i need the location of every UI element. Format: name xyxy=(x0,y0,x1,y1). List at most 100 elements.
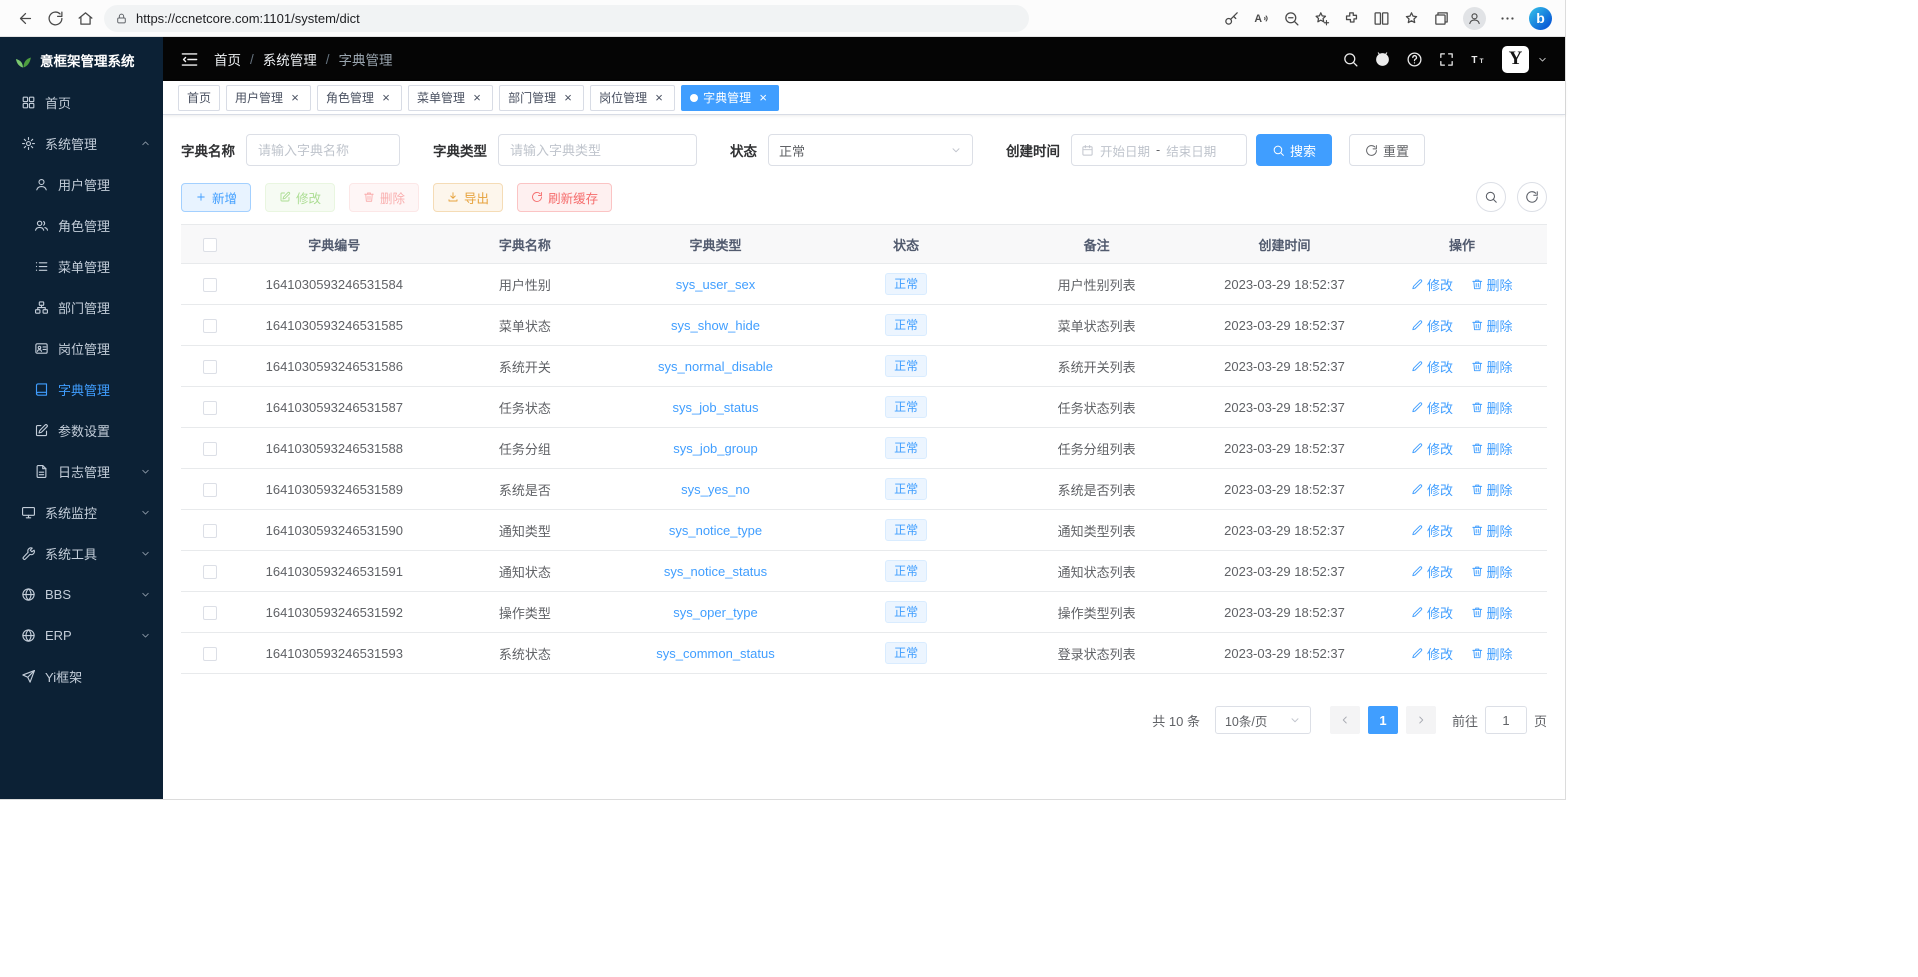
tab-close-icon[interactable]: × xyxy=(379,91,393,105)
page-size-select[interactable]: 10条/页 xyxy=(1215,706,1311,734)
dict-type-link[interactable]: sys_show_hide xyxy=(671,318,760,333)
tab-close-icon[interactable]: × xyxy=(652,91,666,105)
row-delete-button[interactable]: 删除 xyxy=(1471,275,1513,294)
row-edit-button[interactable]: 修改 xyxy=(1411,562,1453,581)
sidebar-item-菜单管理[interactable]: 菜单管理 xyxy=(0,246,163,287)
row-checkbox[interactable] xyxy=(203,319,217,333)
header-search-icon[interactable] xyxy=(1342,51,1359,68)
sidebar-item-BBS[interactable]: BBS xyxy=(0,574,163,615)
hamburger-icon[interactable] xyxy=(180,50,199,69)
delete-button[interactable]: 删除 xyxy=(349,183,419,212)
collections-icon[interactable] xyxy=(1433,10,1450,27)
sidebar-item-首页[interactable]: 首页 xyxy=(0,82,163,123)
row-delete-button[interactable]: 删除 xyxy=(1471,603,1513,622)
sidebar-item-字典管理[interactable]: 字典管理 xyxy=(0,369,163,410)
address-bar[interactable]: https://ccnetcore.com:1101/system/dict xyxy=(104,5,1029,32)
app-logo[interactable]: 意框架管理系统 xyxy=(0,37,163,82)
help-icon[interactable] xyxy=(1406,51,1423,68)
status-select[interactable]: 正常 xyxy=(768,134,973,166)
browser-profile-avatar[interactable] xyxy=(1463,7,1486,30)
split-screen-icon[interactable] xyxy=(1373,10,1390,27)
row-checkbox[interactable] xyxy=(203,524,217,538)
row-delete-button[interactable]: 删除 xyxy=(1471,644,1513,663)
dict-type-input[interactable] xyxy=(498,134,697,166)
row-delete-button[interactable]: 删除 xyxy=(1471,357,1513,376)
row-edit-button[interactable]: 修改 xyxy=(1411,357,1453,376)
font-size-icon[interactable]: TT xyxy=(1470,51,1487,68)
sidebar-item-部门管理[interactable]: 部门管理 xyxy=(0,287,163,328)
sidebar-item-参数设置[interactable]: 参数设置 xyxy=(0,410,163,451)
bing-icon[interactable]: b xyxy=(1529,7,1552,30)
row-checkbox[interactable] xyxy=(203,442,217,456)
export-button[interactable]: 导出 xyxy=(433,183,503,212)
browser-home-button[interactable] xyxy=(70,3,100,33)
row-checkbox[interactable] xyxy=(203,565,217,579)
row-edit-button[interactable]: 修改 xyxy=(1411,480,1453,499)
browser-refresh-button[interactable] xyxy=(40,3,70,33)
tab-角色管理[interactable]: 角色管理× xyxy=(317,85,402,111)
row-edit-button[interactable]: 修改 xyxy=(1411,644,1453,663)
sidebar-item-系统监控[interactable]: 系统监控 xyxy=(0,492,163,533)
browser-menu-icon[interactable] xyxy=(1499,10,1516,27)
tab-菜单管理[interactable]: 菜单管理× xyxy=(408,85,493,111)
dict-type-link[interactable]: sys_notice_status xyxy=(664,564,767,579)
password-key-icon[interactable] xyxy=(1223,10,1240,27)
sidebar-item-系统管理[interactable]: 系统管理 xyxy=(0,123,163,164)
read-aloud-icon[interactable]: A xyxy=(1253,10,1270,27)
tab-close-icon[interactable]: × xyxy=(470,91,484,105)
browser-back-button[interactable] xyxy=(10,3,40,33)
row-checkbox[interactable] xyxy=(203,483,217,497)
refresh-cache-button[interactable]: 刷新缓存 xyxy=(517,183,612,212)
sidebar-item-角色管理[interactable]: 角色管理 xyxy=(0,205,163,246)
row-delete-button[interactable]: 删除 xyxy=(1471,562,1513,581)
tab-close-icon[interactable]: × xyxy=(288,91,302,105)
tab-岗位管理[interactable]: 岗位管理× xyxy=(590,85,675,111)
row-checkbox[interactable] xyxy=(203,360,217,374)
next-page-button[interactable] xyxy=(1406,706,1436,734)
row-checkbox[interactable] xyxy=(203,647,217,661)
row-delete-button[interactable]: 删除 xyxy=(1471,398,1513,417)
dict-type-link[interactable]: sys_common_status xyxy=(656,646,775,661)
row-checkbox[interactable] xyxy=(203,606,217,620)
sidebar-item-用户管理[interactable]: 用户管理 xyxy=(0,164,163,205)
dict-name-input[interactable] xyxy=(246,134,400,166)
add-button[interactable]: 新增 xyxy=(181,183,251,212)
tab-close-icon[interactable]: × xyxy=(756,91,770,105)
user-avatar[interactable]: Y xyxy=(1502,46,1529,73)
sidebar-item-系统工具[interactable]: 系统工具 xyxy=(0,533,163,574)
row-edit-button[interactable]: 修改 xyxy=(1411,398,1453,417)
tab-字典管理[interactable]: 字典管理× xyxy=(681,85,779,111)
zoom-icon[interactable] xyxy=(1283,10,1300,27)
row-delete-button[interactable]: 删除 xyxy=(1471,316,1513,335)
dict-type-link[interactable]: sys_job_group xyxy=(673,441,758,456)
row-delete-button[interactable]: 删除 xyxy=(1471,439,1513,458)
dict-type-link[interactable]: sys_job_status xyxy=(672,400,758,415)
breadcrumb-item[interactable]: 系统管理 xyxy=(263,49,317,69)
reset-button[interactable]: 重置 xyxy=(1349,134,1425,166)
row-edit-button[interactable]: 修改 xyxy=(1411,275,1453,294)
dict-type-link[interactable]: sys_notice_type xyxy=(669,523,762,538)
tab-部门管理[interactable]: 部门管理× xyxy=(499,85,584,111)
sidebar-item-岗位管理[interactable]: 岗位管理 xyxy=(0,328,163,369)
create-time-range[interactable]: 开始日期 - 结束日期 xyxy=(1071,134,1247,166)
dict-type-link[interactable]: sys_yes_no xyxy=(681,482,750,497)
toggle-search-button[interactable] xyxy=(1476,182,1506,212)
favorites-bar-icon[interactable] xyxy=(1403,10,1420,27)
prev-page-button[interactable] xyxy=(1330,706,1360,734)
row-edit-button[interactable]: 修改 xyxy=(1411,439,1453,458)
dict-type-link[interactable]: sys_user_sex xyxy=(676,277,755,292)
github-icon[interactable] xyxy=(1374,51,1391,68)
tab-首页[interactable]: 首页 xyxy=(178,85,220,111)
current-page[interactable]: 1 xyxy=(1368,706,1398,734)
add-favorite-icon[interactable] xyxy=(1313,10,1330,27)
edit-button[interactable]: 修改 xyxy=(265,183,335,212)
dict-type-link[interactable]: sys_normal_disable xyxy=(658,359,773,374)
tab-用户管理[interactable]: 用户管理× xyxy=(226,85,311,111)
row-edit-button[interactable]: 修改 xyxy=(1411,521,1453,540)
breadcrumb-item[interactable]: 首页 xyxy=(214,49,241,69)
dict-type-link[interactable]: sys_oper_type xyxy=(673,605,758,620)
refresh-table-button[interactable] xyxy=(1517,182,1547,212)
row-checkbox[interactable] xyxy=(203,401,217,415)
sidebar-item-日志管理[interactable]: 日志管理 xyxy=(0,451,163,492)
select-all-checkbox[interactable] xyxy=(203,238,217,252)
